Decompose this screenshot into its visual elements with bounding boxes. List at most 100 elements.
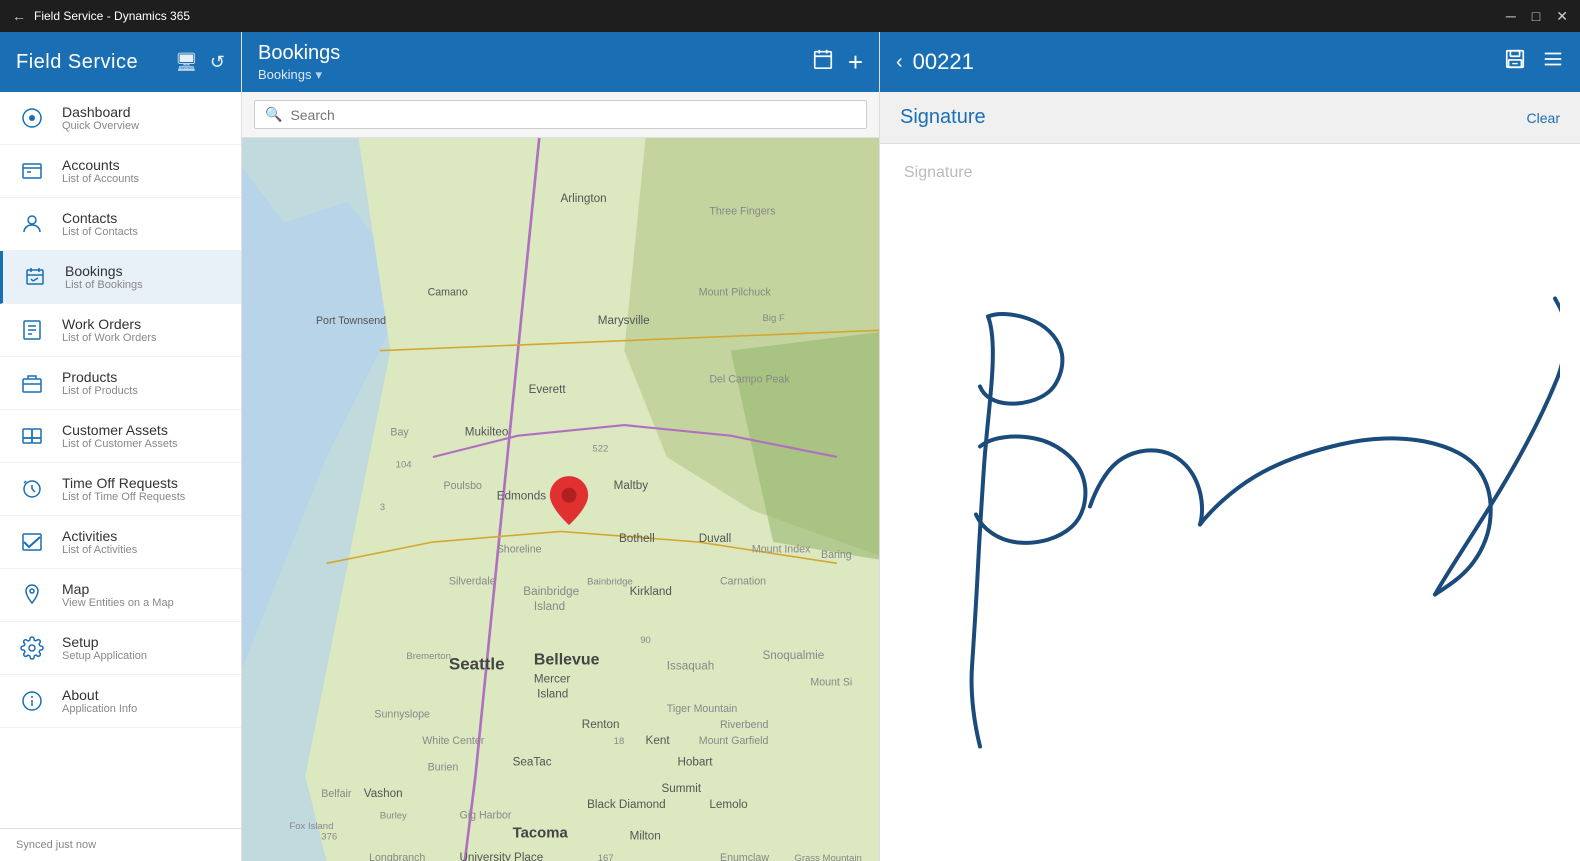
svg-text:SeaTac: SeaTac: [513, 755, 552, 768]
svg-text:Mount Pilchuck: Mount Pilchuck: [699, 286, 772, 298]
sidebar-item-workorders[interactable]: Work Orders List of Work Orders: [0, 304, 241, 357]
svg-text:Island: Island: [537, 687, 568, 700]
svg-text:Baring: Baring: [821, 549, 852, 561]
sidebar-item-customerassets[interactable]: Customer Assets List of Customer Assets: [0, 410, 241, 463]
right-panel: ‹ 00221 Signature Clear Signature: [880, 32, 1580, 861]
svg-text:Fox Island: Fox Island: [289, 821, 333, 832]
middle-header: Bookings Bookings ▾ +: [242, 32, 879, 92]
signature-canvas[interactable]: Signature: [880, 144, 1580, 861]
svg-text:Del Campo Peak: Del Campo Peak: [709, 374, 790, 386]
sidebar-item-accounts[interactable]: Accounts List of Accounts: [0, 145, 241, 198]
svg-text:Bellevue: Bellevue: [534, 651, 600, 668]
timeoff-sublabel: List of Time Off Requests: [62, 491, 185, 503]
bookings-label: Bookings: [65, 263, 143, 279]
setup-icon: [16, 632, 48, 664]
svg-text:Arlington: Arlington: [561, 192, 607, 205]
svg-text:Snoqualmie: Snoqualmie: [763, 649, 825, 662]
sidebar-item-bookings[interactable]: Bookings List of Bookings: [0, 251, 241, 304]
search-input[interactable]: [290, 107, 856, 123]
save-icon[interactable]: [1504, 48, 1526, 76]
sidebar-item-map[interactable]: Map View Entities on a Map: [0, 569, 241, 622]
svg-text:Vashon: Vashon: [364, 787, 403, 800]
svg-text:3: 3: [380, 502, 385, 513]
right-header-id: 00221: [913, 49, 1494, 75]
map-label: Map: [62, 581, 174, 597]
about-label: About: [62, 687, 137, 703]
svg-text:Bremerton: Bremerton: [406, 651, 451, 662]
customerassets-sublabel: List of Customer Assets: [62, 438, 178, 450]
svg-text:522: 522: [592, 444, 608, 455]
sidebar-item-dashboard[interactable]: Dashboard Quick Overview: [0, 92, 241, 145]
activities-label: Activities: [62, 528, 137, 544]
svg-text:Burley: Burley: [380, 810, 407, 821]
svg-text:Summit: Summit: [662, 782, 702, 795]
titlebar: ← Field Service - Dynamics 365 ─ □ ✕: [0, 0, 1580, 32]
close-btn[interactable]: ✕: [1556, 8, 1568, 25]
bookings-icon: [19, 261, 51, 293]
timeoff-label: Time Off Requests: [62, 475, 185, 491]
right-back-btn[interactable]: ‹: [896, 51, 903, 74]
sidebar-display-icon[interactable]: 🖥: [175, 52, 198, 73]
activities-icon: [16, 526, 48, 558]
svg-text:Big F: Big F: [763, 313, 785, 324]
svg-text:Burien: Burien: [428, 762, 459, 774]
dashboard-icon: [16, 102, 48, 134]
customerassets-icon: [16, 420, 48, 452]
middle-title: Bookings: [258, 42, 340, 65]
map-container[interactable]: Port Townsend Camano Arlington Three Fin…: [242, 138, 879, 861]
svg-text:Shoreline: Shoreline: [497, 544, 542, 556]
svg-text:Mount Si: Mount Si: [810, 677, 852, 689]
svg-text:Tacoma: Tacoma: [513, 826, 569, 842]
svg-text:Black Diamond: Black Diamond: [587, 798, 666, 811]
setup-label: Setup: [62, 634, 147, 650]
bookings-sublabel: List of Bookings: [65, 279, 143, 291]
products-icon: [16, 367, 48, 399]
dashboard-label: Dashboard: [62, 104, 139, 120]
products-label: Products: [62, 369, 138, 385]
map-sublabel: View Entities on a Map: [62, 597, 174, 609]
titlebar-back-btn[interactable]: ←: [12, 8, 26, 24]
svg-text:Mount Garfield: Mount Garfield: [699, 735, 769, 747]
svg-text:Gig Harbor: Gig Harbor: [459, 809, 511, 821]
svg-text:Lemolo: Lemolo: [709, 798, 748, 811]
svg-text:Poulsbo: Poulsbo: [444, 480, 482, 492]
svg-text:Kirkland: Kirkland: [630, 585, 672, 598]
menu-icon[interactable]: [1542, 48, 1564, 76]
sidebar-item-about[interactable]: About Application Info: [0, 675, 241, 728]
right-header: ‹ 00221: [880, 32, 1580, 92]
maximize-btn[interactable]: □: [1532, 8, 1540, 25]
sidebar-item-timeoff[interactable]: Time Off Requests List of Time Off Reque…: [0, 463, 241, 516]
add-icon[interactable]: +: [848, 47, 863, 78]
svg-text:Mukilteo: Mukilteo: [465, 426, 509, 439]
sidebar-item-products[interactable]: Products List of Products: [0, 357, 241, 410]
calendar-icon[interactable]: [812, 48, 834, 76]
titlebar-title: Field Service - Dynamics 365: [34, 9, 190, 23]
sidebar-item-contacts[interactable]: Contacts List of Contacts: [0, 198, 241, 251]
svg-text:Belfair: Belfair: [321, 788, 352, 800]
svg-text:Longbranch: Longbranch: [369, 852, 425, 861]
sidebar-app-title: Field Service: [16, 51, 138, 74]
svg-text:Edmonds: Edmonds: [497, 490, 547, 503]
sidebar-refresh-icon[interactable]: ↺: [210, 52, 225, 73]
clear-button[interactable]: Clear: [1527, 110, 1560, 126]
svg-text:Sunnyslope: Sunnyslope: [374, 708, 430, 720]
svg-text:Bainbridge: Bainbridge: [587, 577, 633, 588]
svg-text:Mount Index: Mount Index: [752, 544, 811, 556]
accounts-icon: [16, 155, 48, 187]
svg-text:Bainbridge: Bainbridge: [523, 585, 579, 598]
signature-section: Signature Clear Signature: [880, 92, 1580, 861]
svg-text:Kent: Kent: [646, 734, 671, 747]
dashboard-sublabel: Quick Overview: [62, 120, 139, 132]
signature-header: Signature Clear: [880, 92, 1580, 144]
sync-status: Synced just now: [16, 839, 96, 851]
search-bar: 🔍: [242, 92, 879, 138]
sidebar-item-setup[interactable]: Setup Setup Application: [0, 622, 241, 675]
middle-subtitle: Bookings: [258, 67, 311, 82]
minimize-btn[interactable]: ─: [1506, 8, 1516, 25]
svg-text:104: 104: [396, 460, 413, 471]
map-icon: [16, 579, 48, 611]
svg-text:Enumclaw: Enumclaw: [720, 852, 769, 861]
subtitle-chevron-icon: ▾: [315, 67, 322, 83]
sidebar-item-activities[interactable]: Activities List of Activities: [0, 516, 241, 569]
search-icon: 🔍: [265, 106, 282, 123]
